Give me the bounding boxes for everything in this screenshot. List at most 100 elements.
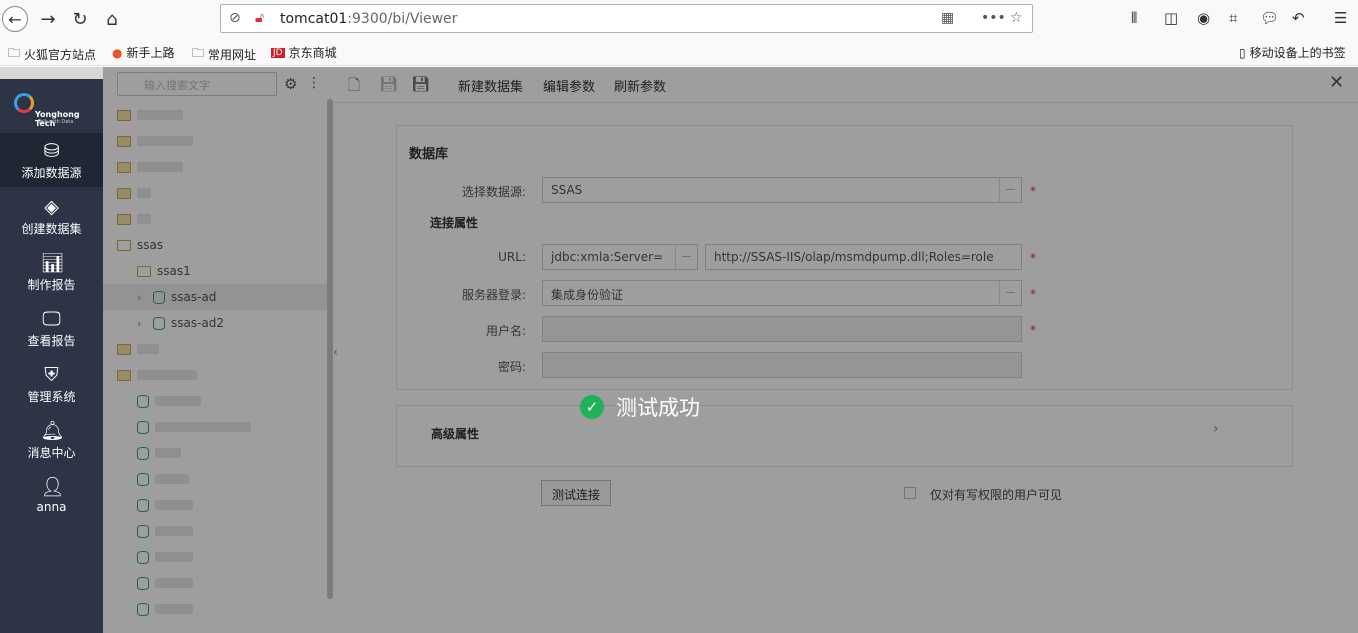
server-login-label: 服务器登录: [461, 288, 526, 302]
database-icon [137, 472, 149, 486]
visible-checkbox-label: 仅对有写权限的用户可见 [930, 488, 1063, 502]
folder-icon [117, 109, 131, 121]
nav-view-report[interactable]: 🖵︎ 查看报告 [0, 301, 103, 355]
tree-row-ssas[interactable]: ssas [117, 232, 163, 258]
check-circle-icon: ✓ [580, 395, 604, 419]
account-icon[interactable]: ◉ [1197, 9, 1210, 27]
back-button[interactable]: ← [2, 6, 28, 32]
arrow-right-icon: → [40, 8, 56, 30]
library-icon[interactable]: ⫴ [1131, 9, 1137, 27]
folder-icon [117, 187, 131, 199]
nav-add-datasource[interactable]: ⛁ 添加数据源 [0, 133, 103, 187]
nav-user[interactable]: 👤︎ anna [0, 469, 103, 523]
tree-row-ssas-ad[interactable]: › ssas-ad [103, 284, 327, 310]
bookmark-item[interactable]: 🗀 火狐官方站点 [8, 44, 96, 65]
tree-row-obscured[interactable] [117, 102, 183, 128]
tree-row-obscured[interactable] [137, 570, 193, 596]
left-nav: Yonghong Tech Talk with Data ⛁ 添加数据源 ◈ 创… [0, 67, 103, 633]
visible-checkbox[interactable] [904, 487, 916, 499]
mobile-bookmarks[interactable]: ▯ 移动设备上的书签 [1239, 44, 1346, 61]
menu-icon[interactable]: ☰ [1334, 9, 1347, 27]
reload-button[interactable]: ↻ [67, 6, 93, 32]
tree-row-obscured[interactable] [137, 414, 251, 440]
database-icon [153, 290, 165, 304]
test-connection-button[interactable]: 测试连接 [541, 480, 612, 506]
tree-row-obscured[interactable] [117, 180, 151, 206]
nav-admin[interactable]: ⛨ 管理系统 [0, 357, 103, 411]
nav-make-report[interactable]: 📊︎ 制作报告 [0, 245, 103, 299]
username-label: 用户名: [485, 324, 526, 338]
bookmark-item[interactable]: JD 京东商城 [271, 44, 337, 61]
username-input[interactable] [542, 316, 1022, 342]
advanced-title[interactable]: 高级属性 [431, 425, 479, 442]
tree-row-obscured[interactable] [137, 492, 193, 518]
shield-user-icon: ⛨ [44, 364, 59, 386]
folder-icon [117, 213, 131, 225]
chat-icon[interactable]: 💬︎ [1260, 9, 1279, 27]
bookmark-star-icon[interactable]: ☆ [1010, 10, 1023, 26]
tree-row-obscured[interactable] [117, 362, 197, 388]
tree-row-obscured[interactable] [117, 206, 151, 232]
url-text[interactable]: tomcat01:9300/bi/Viewer [280, 11, 457, 27]
editor-toolbar: 🗋︎ 💾︎ 💾︎ 新建数据集 编辑参数 刷新参数 [333, 67, 1358, 103]
folder-icon [117, 135, 131, 147]
chevron-right-icon[interactable]: › [137, 291, 147, 304]
new-dataset-link[interactable]: 新建数据集 [458, 76, 523, 95]
tree-search-input[interactable]: 输入搜索文字 [117, 72, 277, 96]
url-label: URL: [498, 250, 526, 264]
edit-params-link[interactable]: 编辑参数 [543, 76, 595, 95]
required-mark: * [1030, 251, 1036, 265]
bookmark-item[interactable]: 🗀 常用网址 [192, 44, 256, 65]
tree-row-obscured[interactable] [117, 336, 159, 362]
chevron-down-icon: — [999, 178, 1021, 202]
crop-screenshot-icon[interactable]: ⌗ [1229, 9, 1237, 27]
qr-code-icon[interactable]: ▦ [941, 10, 954, 26]
required-mark: * [1030, 287, 1036, 301]
home-button[interactable]: ⌂ [99, 6, 125, 32]
nav-messages[interactable]: 🔔︎ 消息中心 [0, 413, 103, 467]
refresh-params-link[interactable]: 刷新参数 [614, 76, 666, 95]
tree-row-obscured[interactable] [137, 596, 193, 622]
database-icon [137, 576, 149, 590]
url-prefix-select[interactable]: jdbc:xmla:Server= — [542, 244, 698, 270]
tree-row-obscured[interactable] [137, 440, 181, 466]
new-file-icon[interactable]: 🗋︎ [348, 75, 360, 100]
chevron-right-icon[interactable]: › [1213, 421, 1219, 437]
collapse-tree-icon[interactable]: ‹ [333, 345, 338, 359]
tree-row-obscured[interactable] [137, 388, 201, 414]
chevron-right-icon[interactable]: › [137, 317, 147, 330]
more-options-icon[interactable]: ⋮ [307, 75, 321, 91]
tree-row-obscured[interactable] [137, 466, 189, 492]
bookmark-item[interactable]: ● 新手上路 [112, 44, 175, 61]
save-as-icon[interactable]: 💾︎ [411, 75, 430, 93]
tree-row-ssas1[interactable]: ssas1 [137, 258, 191, 284]
datasource-select[interactable]: SSAS — [542, 177, 1022, 203]
forward-button[interactable]: → [35, 6, 61, 32]
password-input[interactable] [542, 352, 1022, 378]
tree-row-obscured[interactable] [117, 154, 183, 180]
tree-row-obscured[interactable] [137, 518, 193, 544]
tree-row-obscured[interactable] [137, 544, 193, 570]
address-bar[interactable]: ⊘ 🔓︎ tomcat01:9300/bi/Viewer ▦ ••• ☆ [220, 4, 1033, 33]
url-input[interactable]: http://SSAS-IIS/olap/msmdpump.dll;Roles=… [705, 244, 1022, 270]
close-icon[interactable]: ✕ [1329, 72, 1344, 93]
server-login-select[interactable]: 集成身份验证 — [542, 280, 1022, 306]
undo-icon[interactable]: ↶ [1292, 9, 1305, 27]
insecure-lock-icon[interactable]: 🔓︎ [255, 10, 264, 26]
mobile-icon: ▯ [1239, 45, 1246, 60]
page-actions-icon[interactable]: ••• [981, 10, 1006, 26]
folder-icon [117, 343, 131, 355]
arrow-left-icon: ← [8, 9, 22, 29]
save-icon[interactable]: 💾︎ [379, 75, 398, 93]
advanced-panel[interactable] [396, 405, 1293, 467]
tree-row-ssas-ad2[interactable]: › ssas-ad2 [137, 310, 224, 336]
chevron-down-icon: — [999, 281, 1021, 305]
folder-icon: 🗀 [192, 46, 205, 60]
gear-icon[interactable]: ⚙ [284, 75, 297, 93]
nav-create-dataset[interactable]: ◈ 创建数据集 [0, 189, 103, 243]
tracking-protection-icon[interactable]: ⊘ [229, 10, 241, 26]
sidebar-icon[interactable]: ◫ [1164, 9, 1178, 27]
tree-row-obscured[interactable] [117, 128, 193, 154]
nav-collapse-strip[interactable] [0, 67, 103, 79]
select-source-label: 选择数据源: [461, 185, 526, 199]
